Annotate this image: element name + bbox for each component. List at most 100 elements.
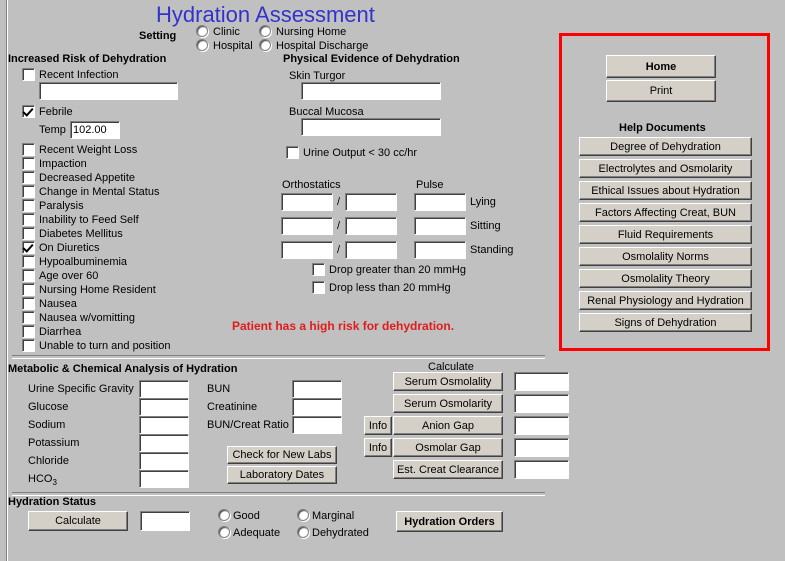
checkbox-febrile[interactable]	[22, 105, 35, 118]
hydration-orders-button[interactable]: Hydration Orders	[396, 511, 503, 532]
pulse-input-standing[interactable]	[414, 241, 466, 259]
hco3-input[interactable]	[139, 470, 189, 488]
urine-specific-gravity-input[interactable]	[139, 380, 189, 398]
recent-infection-input[interactable]	[39, 82, 178, 100]
checkbox-change-in-mental-status[interactable]	[22, 185, 35, 198]
checkbox-impaction[interactable]	[22, 157, 35, 170]
potassium-input[interactable]	[139, 434, 189, 452]
checkbox-drop-less-than-20[interactable]	[312, 281, 325, 294]
skin-turgor-input[interactable]	[301, 82, 441, 100]
status-radio-marginal[interactable]	[297, 509, 309, 521]
checkbox-age-over-60[interactable]	[22, 269, 35, 282]
help-doc-osmolality-theory[interactable]: Osmolality Theory	[579, 269, 752, 288]
check-for-new-labs-button[interactable]: Check for New Labs	[227, 446, 337, 464]
bun-creat-ratio-input[interactable]	[292, 416, 342, 434]
pulse-input-sitting[interactable]	[414, 217, 466, 235]
serum-osmolality-result[interactable]	[514, 372, 569, 391]
glucose-input[interactable]	[139, 398, 189, 416]
help-doc-renal-physiology-and-hydration[interactable]: Renal Physiology and Hydration	[579, 291, 752, 310]
label-chloride: Chloride	[28, 455, 69, 467]
checkbox-inability-to-feed-self[interactable]	[22, 213, 35, 226]
setting-radio-nursing-home[interactable]	[259, 25, 271, 37]
help-doc-factors-affecting-creat-bun[interactable]: Factors Affecting Creat, BUN	[579, 203, 752, 222]
checkbox-on-diuretics[interactable]	[22, 241, 35, 254]
help-doc-signs-of-dehydration[interactable]: Signs of Dehydration	[579, 313, 752, 332]
chloride-input[interactable]	[139, 452, 189, 470]
setting-radio-hospital-discharge[interactable]	[259, 39, 271, 51]
setting-label: Setting	[139, 30, 177, 42]
buccal-mucosa-input[interactable]	[301, 118, 441, 136]
label-decreased-appetite: Decreased Appetite	[39, 172, 136, 184]
label-change-in-mental-status: Change in Mental Status	[39, 186, 160, 198]
help-doc-electrolytes-and-osmolarity[interactable]: Electrolytes and Osmolarity	[579, 159, 752, 178]
serum-osmolality-button[interactable]: Serum Osmolality	[393, 372, 503, 391]
risk-section-heading: Increased Risk of Dehydration	[8, 53, 167, 65]
checkbox-recent-weight-loss[interactable]	[22, 143, 35, 156]
status-radio-good[interactable]	[218, 509, 230, 521]
status-calculate-button[interactable]: Calculate	[28, 511, 128, 531]
info-button-osmolar-gap[interactable]: Info	[364, 438, 392, 457]
checkbox-hypoalbuminemia[interactable]	[22, 255, 35, 268]
label-nursing-home-resident: Nursing Home Resident	[39, 284, 156, 296]
help-panel: Home Print Help Documents Degree of Dehy…	[559, 33, 770, 351]
checkbox-nausea-with-vomitting[interactable]	[22, 311, 35, 324]
hco3-text: HCO	[28, 473, 53, 485]
print-button[interactable]: Print	[606, 80, 716, 102]
orthostatic-systolic-standing[interactable]	[281, 241, 333, 259]
checkbox-decreased-appetite[interactable]	[22, 171, 35, 184]
laboratory-dates-button[interactable]: Laboratory Dates	[227, 466, 337, 484]
anion-gap-button[interactable]: Anion Gap	[393, 416, 503, 435]
setting-label-clinic: Clinic	[213, 26, 240, 38]
label-temp: Temp	[39, 124, 66, 136]
label-febrile: Febrile	[39, 106, 73, 118]
label-glucose: Glucose	[28, 401, 69, 413]
orthostatic-separator-standing: /	[337, 244, 341, 256]
temp-input[interactable]: 102.00	[70, 121, 120, 139]
help-doc-osmolality-norms[interactable]: Osmolality Norms	[579, 247, 752, 266]
pulse-input-lying[interactable]	[414, 193, 466, 211]
checkbox-drop-greater-than-20[interactable]	[312, 263, 325, 276]
orthostatic-separator-sitting: /	[337, 220, 341, 232]
serum-osmolarity-result[interactable]	[514, 394, 569, 413]
osmolar-gap-result[interactable]	[514, 438, 569, 457]
orthostatic-diastolic-sitting[interactable]	[345, 217, 397, 235]
setting-radio-clinic[interactable]	[196, 25, 208, 37]
info-button-anion-gap[interactable]: Info	[364, 416, 392, 435]
osmolar-gap-button[interactable]: Osmolar Gap	[393, 438, 503, 457]
label-hypoalbuminemia: Hypoalbuminemia	[39, 256, 128, 268]
label-inability-to-feed-self: Inability to Feed Self	[39, 214, 139, 226]
orthostatic-diastolic-lying[interactable]	[345, 193, 397, 211]
orthostatic-systolic-lying[interactable]	[281, 193, 333, 211]
bun-input[interactable]	[292, 380, 342, 398]
checkbox-unable-to-turn-and-position[interactable]	[22, 339, 35, 352]
est-creat-clearance-button[interactable]: Est. Creat Clearance	[393, 460, 503, 479]
checkbox-nursing-home-resident[interactable]	[22, 283, 35, 296]
metabolic-section-heading: Metabolic & Chemical Analysis of Hydrati…	[8, 363, 238, 375]
physical-section-heading: Physical Evidence of Dehydration	[283, 53, 460, 65]
status-radio-dehydrated[interactable]	[297, 526, 309, 538]
sodium-input[interactable]	[139, 416, 189, 434]
checkbox-recent-infection[interactable]	[22, 68, 35, 81]
status-label-marginal: Marginal	[312, 510, 355, 522]
status-radio-adequate[interactable]	[218, 526, 230, 538]
orthostatic-systolic-sitting[interactable]	[281, 217, 333, 235]
label-sodium: Sodium	[28, 419, 66, 431]
label-on-diuretics: On Diuretics	[39, 242, 100, 254]
creatinine-input[interactable]	[292, 398, 342, 416]
est-creat-clearance-result[interactable]	[514, 460, 569, 479]
checkbox-diarrhea[interactable]	[22, 325, 35, 338]
orthostatic-diastolic-standing[interactable]	[345, 241, 397, 259]
help-doc-degree-of-dehydration[interactable]: Degree of Dehydration	[579, 137, 752, 156]
help-doc-fluid-requirements[interactable]: Fluid Requirements	[579, 225, 752, 244]
checkbox-nausea[interactable]	[22, 297, 35, 310]
anion-gap-result[interactable]	[514, 416, 569, 435]
checkbox-diabetes-mellitus[interactable]	[22, 227, 35, 240]
home-button[interactable]: Home	[606, 55, 716, 78]
checkbox-paralysis[interactable]	[22, 199, 35, 212]
setting-radio-hospital[interactable]	[196, 39, 208, 51]
checkbox-urine-output[interactable]	[286, 146, 299, 159]
label-diarrhea: Diarrhea	[39, 326, 82, 338]
help-doc-ethical-issues-about-hydration[interactable]: Ethical Issues about Hydration	[579, 181, 752, 200]
serum-osmolarity-button[interactable]: Serum Osmolarity	[393, 394, 503, 413]
status-result-input[interactable]	[140, 511, 190, 531]
